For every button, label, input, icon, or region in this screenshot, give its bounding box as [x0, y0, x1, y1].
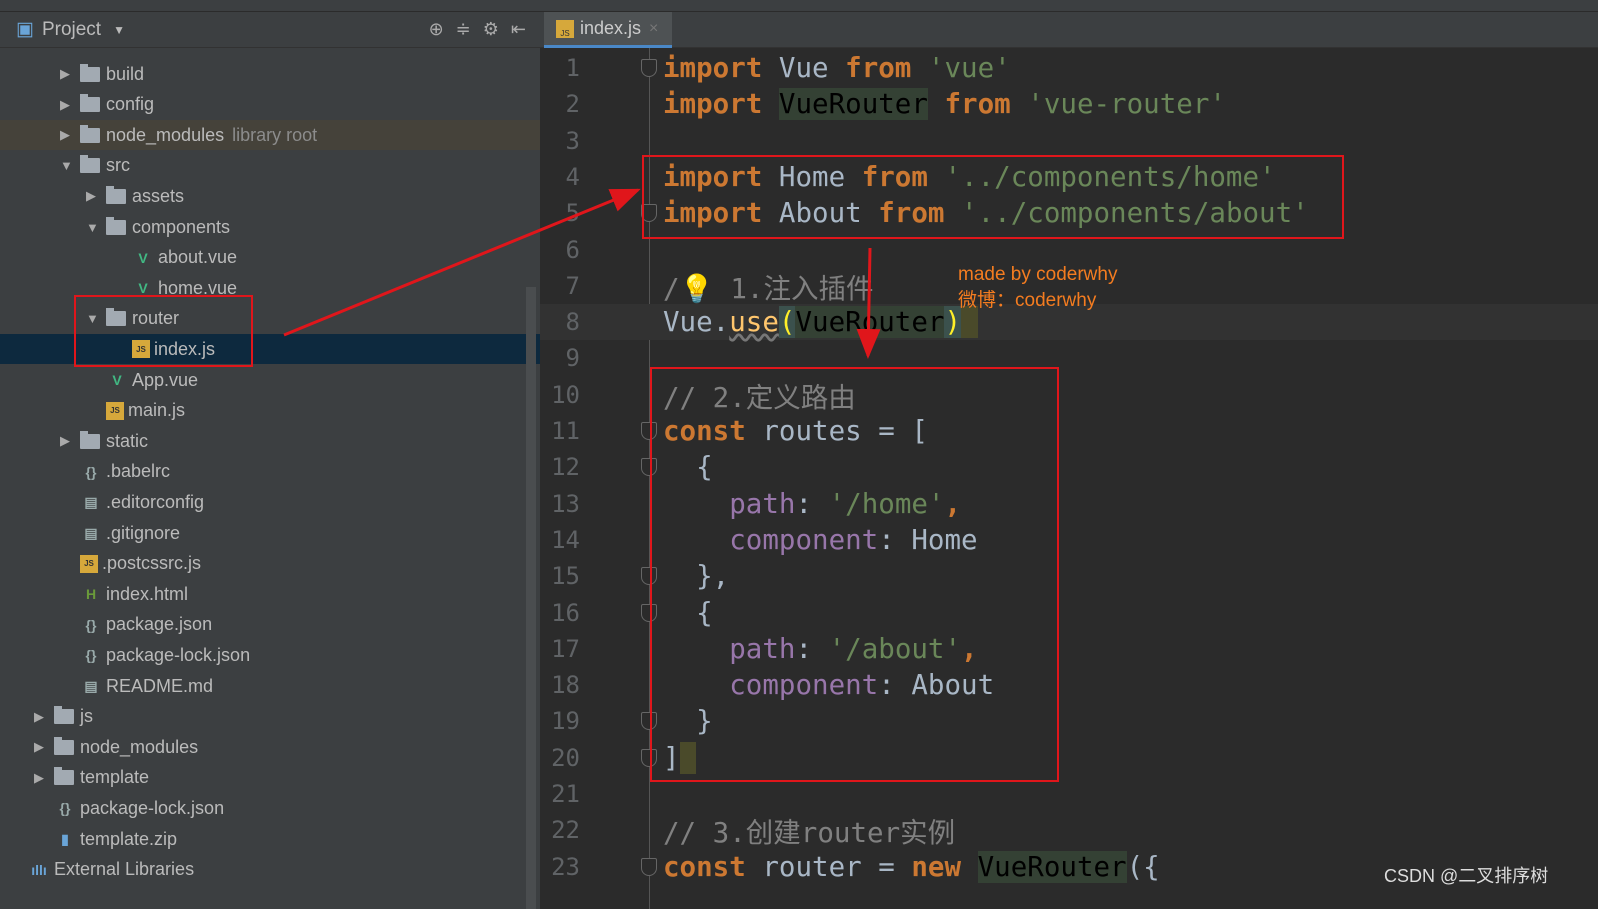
annotation-text: made by coderwhy 微博：coderwhy — [958, 262, 1117, 314]
watermark: CSDN @二叉排序树 — [1384, 866, 1549, 886]
arrow-to-routes — [856, 247, 881, 359]
annotation-line-1: made by coderwhy — [958, 264, 1118, 285]
arrow-to-imports — [283, 188, 641, 337]
annotation-line-2: 微博：coderwhy — [958, 290, 1097, 311]
annotation-arrows — [283, 188, 881, 359]
